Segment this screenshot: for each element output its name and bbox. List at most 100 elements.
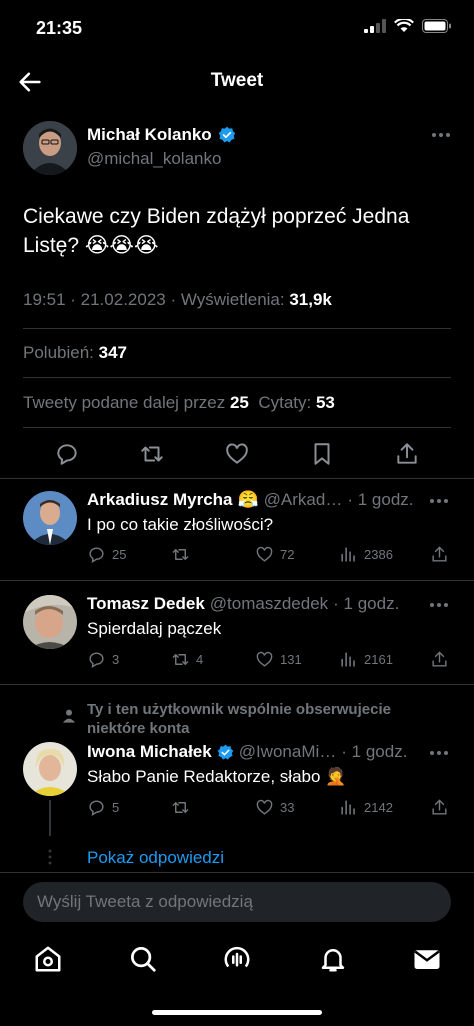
reply-author-handle[interactable]: @IwonaMi… xyxy=(239,742,337,762)
views-label: Wyświetlenia: xyxy=(180,290,290,309)
retweet-count[interactable] xyxy=(171,545,196,564)
views-count[interactable]: 2386 xyxy=(339,545,393,564)
messages-icon[interactable] xyxy=(412,944,442,974)
views-icon xyxy=(341,547,355,562)
retweet-count[interactable]: 4 xyxy=(171,650,203,669)
more-options-icon[interactable] xyxy=(430,602,452,608)
reply-compose-input[interactable]: Wyślij Tweeta z odpowiedzią xyxy=(23,882,451,922)
retweet-icon xyxy=(172,801,189,814)
reply-tweet[interactable]: Ty i ten użytkownik wspólnie obserwujeci… xyxy=(0,684,474,872)
likes-label: Polubień: xyxy=(23,343,99,362)
share-icon[interactable] xyxy=(430,545,449,564)
author-avatar[interactable] xyxy=(23,121,77,175)
retweet-count-value: 4 xyxy=(196,652,204,667)
quotes-count: 53 xyxy=(315,393,335,412)
views-icon xyxy=(341,652,355,667)
home-icon[interactable] xyxy=(33,944,63,974)
like-count[interactable]: 72 xyxy=(255,545,294,564)
likes-stat[interactable]: Polubień: 347 xyxy=(23,343,127,363)
reply-header: Iwona Michałek @IwonaMi… · 1 godz. xyxy=(87,742,407,762)
like-icon[interactable] xyxy=(224,441,250,467)
more-options-icon[interactable] xyxy=(430,498,452,504)
like-count-value: 131 xyxy=(280,652,302,667)
reply-actions: 5 33 2142 xyxy=(87,798,457,820)
quotes-label: Cytaty: xyxy=(258,393,316,412)
reply-compose-bar: Wyślij Tweeta z odpowiedzią xyxy=(0,872,474,932)
retweet-icon xyxy=(172,653,189,666)
reply-author-name[interactable]: Iwona Michałek xyxy=(87,742,212,762)
reply-author-name[interactable]: Tomasz Dedek xyxy=(87,594,205,614)
views-count[interactable]: 2142 xyxy=(339,798,393,817)
reply-actions: 25 72 2386 xyxy=(87,545,457,567)
author-name-row[interactable]: Michał Kolanko xyxy=(87,125,236,145)
reply-author-handle[interactable]: @Arkad… xyxy=(264,490,343,510)
search-icon[interactable] xyxy=(128,944,158,974)
reply-time: · 1 godz. xyxy=(333,594,400,613)
share-icon[interactable] xyxy=(430,798,449,817)
divider xyxy=(23,377,451,378)
retweet-count[interactable] xyxy=(171,798,196,817)
spaces-icon[interactable] xyxy=(222,944,252,974)
wifi-icon xyxy=(394,19,414,32)
signal-icon xyxy=(364,19,386,33)
bookmark-icon[interactable] xyxy=(309,441,335,467)
reply-icon xyxy=(89,800,104,816)
tweet-actions xyxy=(0,436,474,472)
author-handle[interactable]: @michal_kolanko xyxy=(87,149,221,169)
divider xyxy=(23,328,451,329)
retweets-count: 25 xyxy=(229,393,249,412)
reply-text: Spierdalaj pączek xyxy=(87,619,222,638)
like-count[interactable]: 131 xyxy=(255,650,302,669)
like-icon xyxy=(256,799,273,815)
like-icon xyxy=(256,651,273,667)
verified-badge-icon xyxy=(217,744,233,760)
views-count-value: 2142 xyxy=(364,800,393,815)
retweets-quotes-stat[interactable]: Tweety podane dalej przez 25 Cytaty: 53 xyxy=(23,393,335,413)
thread-dots-icon xyxy=(48,849,52,865)
author-emoji: 😤 xyxy=(237,490,259,509)
show-replies-link[interactable]: Pokaż odpowiedzi xyxy=(87,848,224,868)
thread-line xyxy=(49,800,51,836)
reply-icon xyxy=(89,652,104,668)
more-options-icon[interactable] xyxy=(432,132,454,138)
reply-header: Arkadiusz Myrcha 😤 @Arkad… · 1 godz. xyxy=(87,490,414,510)
share-icon[interactable] xyxy=(430,650,449,669)
divider xyxy=(23,427,451,428)
reply-author-handle[interactable]: @tomaszdedek xyxy=(210,594,328,614)
more-options-icon[interactable] xyxy=(430,750,452,756)
author-name[interactable]: Michał Kolanko xyxy=(87,125,212,145)
tweet-meta: 19:51 · 21.02.2023 · Wyświetlenia: 31,9k xyxy=(23,290,332,310)
reply-author-name[interactable]: Arkadiusz Myrcha xyxy=(87,490,233,510)
like-count-value: 33 xyxy=(280,800,295,815)
retweets-label: Tweety podane dalej przez xyxy=(23,393,230,412)
social-context: Ty i ten użytkownik wspólnie obserwujeci… xyxy=(87,701,391,737)
reply-time: · 1 godz. xyxy=(341,742,408,761)
retweet-icon[interactable] xyxy=(139,441,165,467)
reply-count[interactable]: 25 xyxy=(87,545,126,564)
tweet-text: Ciekawe czy Biden zdążył poprzeć Jedna L… xyxy=(23,205,410,257)
top-navbar: Tweet xyxy=(0,56,474,108)
reply-tweet[interactable]: Tomasz Dedek @tomaszdedek · 1 godz. Spie… xyxy=(0,580,474,684)
reply-count-value: 25 xyxy=(112,547,127,562)
reply-actions: 3 4 131 2161 xyxy=(87,650,457,672)
reply-avatar[interactable] xyxy=(23,491,77,545)
notifications-icon[interactable] xyxy=(318,944,348,974)
person-icon xyxy=(63,709,75,723)
verified-badge-icon xyxy=(218,126,235,143)
reply-count-value: 3 xyxy=(112,652,120,667)
status-time: 21:35 xyxy=(36,18,83,38)
reply-tweet[interactable]: Arkadiusz Myrcha 😤 @Arkad… · 1 godz. I p… xyxy=(0,478,474,580)
reply-icon[interactable] xyxy=(54,441,80,467)
reply-avatar[interactable] xyxy=(23,742,77,796)
reply-text: I po co takie złośliwości? xyxy=(87,515,274,534)
home-indicator xyxy=(152,1010,322,1015)
reply-avatar[interactable] xyxy=(23,595,77,649)
views-count[interactable]: 2161 xyxy=(339,650,393,669)
reply-icon xyxy=(89,547,104,563)
like-icon xyxy=(256,546,273,562)
reply-count[interactable]: 5 xyxy=(87,798,119,817)
like-count[interactable]: 33 xyxy=(255,798,294,817)
views-count-value: 2386 xyxy=(364,547,393,562)
share-icon[interactable] xyxy=(394,441,420,467)
reply-count[interactable]: 3 xyxy=(87,650,119,669)
